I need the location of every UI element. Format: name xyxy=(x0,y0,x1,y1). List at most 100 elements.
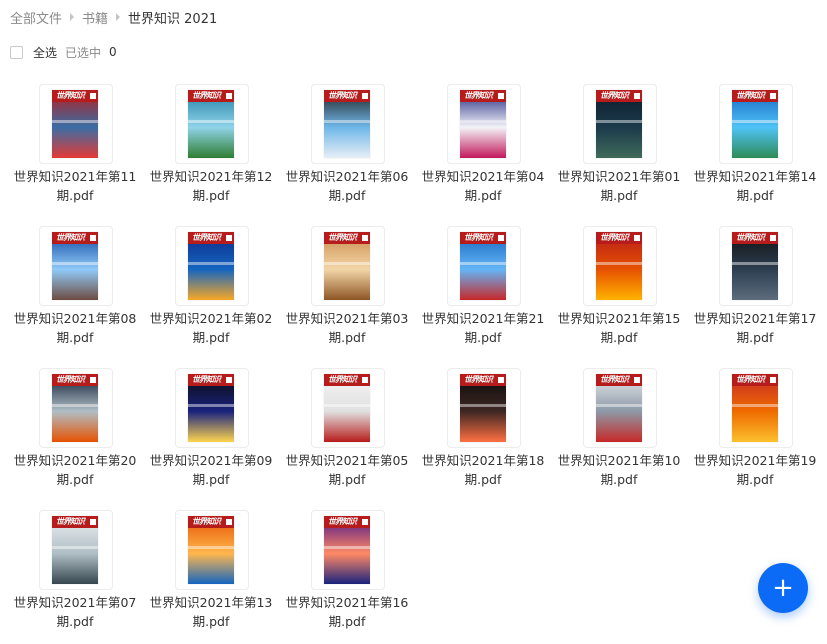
file-item[interactable]: 世界知识 世界知识2021年第20期.pdf xyxy=(7,368,143,502)
file-name: 世界知识2021年第01期.pdf xyxy=(557,169,681,203)
file-thumbnail[interactable]: 世界知识 xyxy=(719,226,793,306)
cover-badge-icon xyxy=(362,93,368,99)
cover-masthead-title: 世界知识 xyxy=(56,375,85,384)
breadcrumb-books[interactable]: 书籍 xyxy=(82,8,108,27)
file-item[interactable]: 世界知识 世界知识2021年第15期.pdf xyxy=(551,226,687,360)
cover-masthead-title: 世界知识 xyxy=(600,375,629,384)
cover-masthead-title: 世界知识 xyxy=(328,517,357,526)
cover-masthead-title: 世界知识 xyxy=(56,517,85,526)
file-thumbnail[interactable]: 世界知识 xyxy=(719,368,793,448)
file-thumbnail[interactable]: 世界知识 xyxy=(175,84,249,164)
cover-badge-icon xyxy=(362,377,368,383)
file-item[interactable]: 世界知识世界知识2021年第01期.pdf xyxy=(551,84,687,218)
file-thumbnail[interactable]: 世界知识 xyxy=(175,510,249,590)
cover-masthead-title: 世界知识 xyxy=(464,375,493,384)
file-item[interactable]: 世界知识 世界知识2021年第12期.pdf xyxy=(143,84,279,218)
cover-headline-decoration xyxy=(460,262,506,265)
file-thumbnail[interactable]: 世界知识 xyxy=(39,84,113,164)
cover-masthead-title: 世界知识 xyxy=(600,91,629,100)
select-all-label[interactable]: 全选 xyxy=(33,44,57,61)
file-thumbnail[interactable]: 世界知识 xyxy=(583,84,657,164)
breadcrumb: 全部文件 书籍 世界知识 2021 xyxy=(10,8,217,27)
file-item[interactable]: 世界知识 世界知识2021年第11期.pdf xyxy=(7,84,143,218)
cover-badge-icon xyxy=(498,235,504,241)
cover-badge-icon xyxy=(634,93,640,99)
file-item[interactable]: 世界知识世界知识2021年第09期.pdf xyxy=(143,368,279,502)
file-item[interactable]: 世界知识 世界知识2021年第05期.pdf xyxy=(279,368,415,502)
file-item[interactable]: 世界知识 世界知识2021年第07期.pdf xyxy=(7,510,143,644)
cover-headline-decoration xyxy=(460,404,506,407)
file-item[interactable]: 世界知识 世界知识2021年第06期.pdf xyxy=(279,84,415,218)
file-item[interactable]: 世界知识 世界知识2021年第14期.pdf xyxy=(687,84,823,218)
cover-headline-decoration xyxy=(460,120,506,123)
file-item[interactable]: 世界知识 世界知识2021年第03期.pdf xyxy=(279,226,415,360)
cover-badge-icon xyxy=(770,235,776,241)
breadcrumb-separator-icon xyxy=(70,13,75,21)
cover-headline-decoration xyxy=(596,120,642,123)
file-thumbnail[interactable]: 世界知识 xyxy=(311,510,385,590)
file-thumbnail[interactable]: 世界知识 xyxy=(39,368,113,448)
cover-badge-icon xyxy=(226,519,232,525)
cover-masthead: 世界知识 xyxy=(324,516,370,528)
magazine-cover-image: 世界知识 xyxy=(52,90,98,158)
cover-masthead-title: 世界知识 xyxy=(192,375,221,384)
file-thumbnail[interactable]: 世界知识 xyxy=(447,368,521,448)
cover-badge-icon xyxy=(770,377,776,383)
upload-fab-button[interactable]: + xyxy=(758,563,808,613)
file-item[interactable]: 世界知识 世界知识2021年第04期.pdf xyxy=(415,84,551,218)
magazine-cover-image: 世界知识 xyxy=(596,90,642,158)
magazine-cover-image: 世界知识 xyxy=(52,516,98,584)
select-all-checkbox[interactable] xyxy=(10,45,23,59)
file-name: 世界知识2021年第10期.pdf xyxy=(557,453,681,487)
file-item[interactable]: 世界知识世界知识2021年第16期.pdf xyxy=(279,510,415,644)
magazine-cover-image: 世界知识 xyxy=(460,90,506,158)
magazine-cover-image: 世界知识 xyxy=(596,232,642,300)
file-item[interactable]: 世界知识 世界知识2021年第08期.pdf xyxy=(7,226,143,360)
magazine-cover-image: 世界知识 xyxy=(324,90,370,158)
file-thumbnail[interactable]: 世界知识 xyxy=(39,510,113,590)
file-thumbnail[interactable]: 世界知识 xyxy=(39,226,113,306)
file-item[interactable]: 世界知识 世界知识2021年第18期.pdf xyxy=(415,368,551,502)
cover-masthead: 世界知识 xyxy=(52,90,98,102)
cover-headline-decoration xyxy=(52,262,98,265)
file-item[interactable]: 世界知识世界知识2021年第10期.pdf xyxy=(551,368,687,502)
cover-headline-decoration xyxy=(52,404,98,407)
file-thumbnail[interactable]: 世界知识 xyxy=(447,84,521,164)
file-thumbnail[interactable]: 世界知识 xyxy=(311,368,385,448)
file-thumbnail[interactable]: 世界知识 xyxy=(447,226,521,306)
cover-badge-icon xyxy=(362,235,368,241)
file-item[interactable]: 世界知识 世界知识2021年第13期.pdf xyxy=(143,510,279,644)
file-name: 世界知识2021年第21期.pdf xyxy=(421,311,545,345)
file-thumbnail[interactable]: 世界知识 xyxy=(719,84,793,164)
cover-badge-icon xyxy=(634,377,640,383)
file-item[interactable]: 世界知识 世界知识2021年第02期.pdf xyxy=(143,226,279,360)
file-thumbnail[interactable]: 世界知识 xyxy=(583,368,657,448)
cover-headline-decoration xyxy=(52,546,98,549)
magazine-cover-image: 世界知识 xyxy=(324,232,370,300)
file-item[interactable]: 世界知识 世界知识2021年第17期.pdf xyxy=(687,226,823,360)
cover-badge-icon xyxy=(226,235,232,241)
file-item[interactable]: 世界知识 世界知识2021年第19期.pdf xyxy=(687,368,823,502)
magazine-cover-image: 世界知识 xyxy=(460,374,506,442)
file-thumbnail[interactable]: 世界知识 xyxy=(311,226,385,306)
file-name: 世界知识2021年第16期.pdf xyxy=(285,595,409,629)
cover-badge-icon xyxy=(90,235,96,241)
cover-masthead-title: 世界知识 xyxy=(464,233,493,242)
breadcrumb-all-files[interactable]: 全部文件 xyxy=(10,8,62,27)
magazine-cover-image: 世界知识 xyxy=(52,374,98,442)
file-item[interactable]: 世界知识世界知识2021年第21期.pdf xyxy=(415,226,551,360)
cover-headline-decoration xyxy=(324,262,370,265)
file-name: 世界知识2021年第09期.pdf xyxy=(149,453,273,487)
cover-headline-decoration xyxy=(324,404,370,407)
file-thumbnail[interactable]: 世界知识 xyxy=(175,368,249,448)
selection-bar: 全选 已选中 0 xyxy=(10,44,117,60)
file-thumbnail[interactable]: 世界知识 xyxy=(583,226,657,306)
magazine-cover-image: 世界知识 xyxy=(732,374,778,442)
file-thumbnail[interactable]: 世界知识 xyxy=(175,226,249,306)
cover-badge-icon xyxy=(362,519,368,525)
magazine-cover-image: 世界知识 xyxy=(732,232,778,300)
magazine-cover-image: 世界知识 xyxy=(324,374,370,442)
cover-badge-icon xyxy=(90,93,96,99)
file-thumbnail[interactable]: 世界知识 xyxy=(311,84,385,164)
cover-masthead: 世界知识 xyxy=(188,90,234,102)
